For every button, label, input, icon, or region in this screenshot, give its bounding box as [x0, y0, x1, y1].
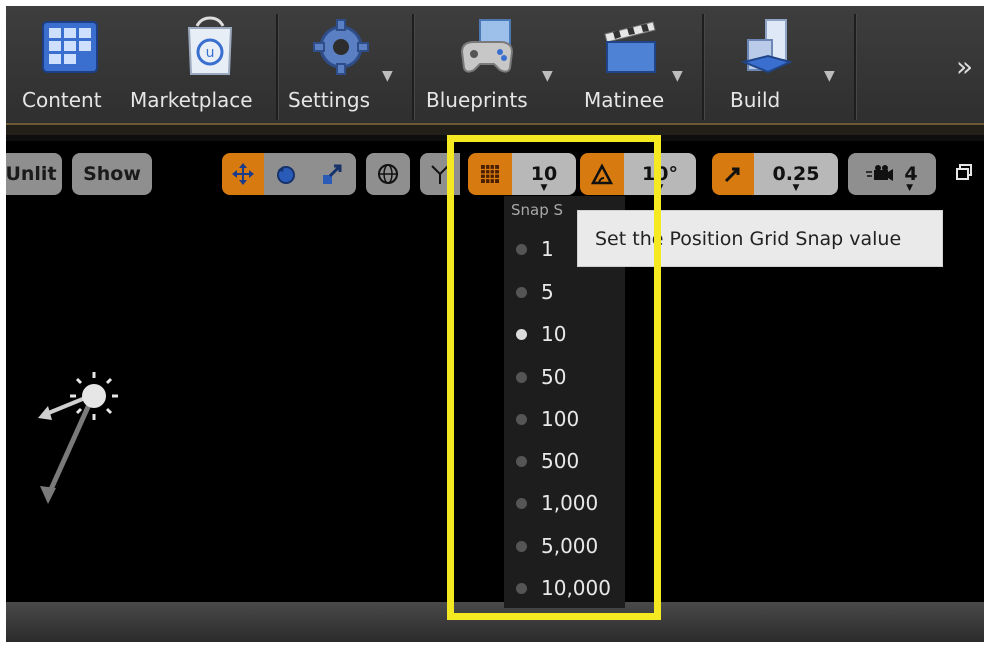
- restore-viewport-icon[interactable]: [956, 164, 972, 180]
- blueprints-gamepad-icon: [456, 16, 518, 78]
- translate-mode-button[interactable]: [222, 153, 264, 195]
- highlight-box: [447, 135, 661, 620]
- blueprints-label: Blueprints: [426, 88, 528, 112]
- toolbar-separator: [276, 14, 279, 120]
- blueprints-button[interactable]: ▼ Blueprints: [424, 6, 564, 123]
- content-icon: [39, 16, 101, 78]
- chevron-down-icon: ▼: [792, 183, 800, 193]
- build-button[interactable]: ▼ Build: [712, 6, 842, 123]
- world-space-button[interactable]: [366, 153, 410, 195]
- world-local-toggle: [366, 153, 410, 195]
- scale-snap-value: 0.25: [772, 163, 820, 185]
- camera-speed-dropdown[interactable]: 4 ▼: [848, 153, 936, 195]
- build-label: Build: [730, 88, 781, 112]
- blueprints-caret-icon: ▼: [542, 68, 553, 84]
- settings-gear-icon: [310, 16, 372, 78]
- toolbar-separator: [854, 14, 857, 120]
- marketplace-button[interactable]: u Marketplace: [128, 6, 258, 123]
- globe-icon: [378, 164, 398, 184]
- chevron-down-icon: ▼: [906, 183, 914, 193]
- toolbar-separator: [412, 14, 415, 120]
- settings-button[interactable]: ▼ Settings: [286, 6, 406, 123]
- matinee-button[interactable]: ▼ Matinee: [574, 6, 694, 123]
- camera-speed-icon: [866, 165, 894, 181]
- build-caret-icon: ▼: [824, 68, 835, 84]
- transform-mode-group: [222, 153, 356, 195]
- camera-speed-value: 4: [904, 163, 918, 185]
- camera-speed-group: 4 ▼: [848, 153, 936, 195]
- main-toolbar: Content u Marketplace ▼ Settings ▼ Bluep…: [6, 6, 984, 123]
- marketplace-icon: u: [179, 16, 241, 78]
- scale-snap-toggle[interactable]: [712, 153, 754, 195]
- settings-label: Settings: [288, 88, 371, 112]
- rotate-mode-button[interactable]: [264, 153, 308, 195]
- toolbar-divider: [6, 123, 984, 135]
- toolbar-separator: [702, 14, 705, 120]
- scale-snap-group: 0.25 ▼: [712, 153, 838, 195]
- toolbar-overflow-icon[interactable]: »: [956, 50, 973, 83]
- scale-snap-arrow-icon: [724, 167, 740, 183]
- content-label: Content: [22, 88, 102, 112]
- scale-snap-value-dropdown[interactable]: 0.25 ▼: [754, 153, 838, 195]
- directional-light-icon: [38, 372, 118, 504]
- unlit-view-mode-button[interactable]: Unlit: [6, 153, 62, 195]
- show-flags-button[interactable]: Show: [72, 153, 152, 195]
- settings-caret-icon: ▼: [382, 68, 393, 84]
- scale-mode-button[interactable]: [308, 153, 356, 195]
- matinee-label: Matinee: [584, 88, 665, 112]
- matinee-clapper-icon: [599, 16, 661, 78]
- build-blocks-icon: [736, 16, 798, 78]
- svg-text:u: u: [206, 45, 215, 61]
- content-button[interactable]: Content: [14, 6, 126, 123]
- rotate-icon: [277, 166, 295, 184]
- scale-icon: [323, 164, 342, 184]
- translate-arrows-icon: [232, 163, 254, 185]
- marketplace-label: Marketplace: [130, 88, 253, 112]
- matinee-caret-icon: ▼: [672, 68, 683, 84]
